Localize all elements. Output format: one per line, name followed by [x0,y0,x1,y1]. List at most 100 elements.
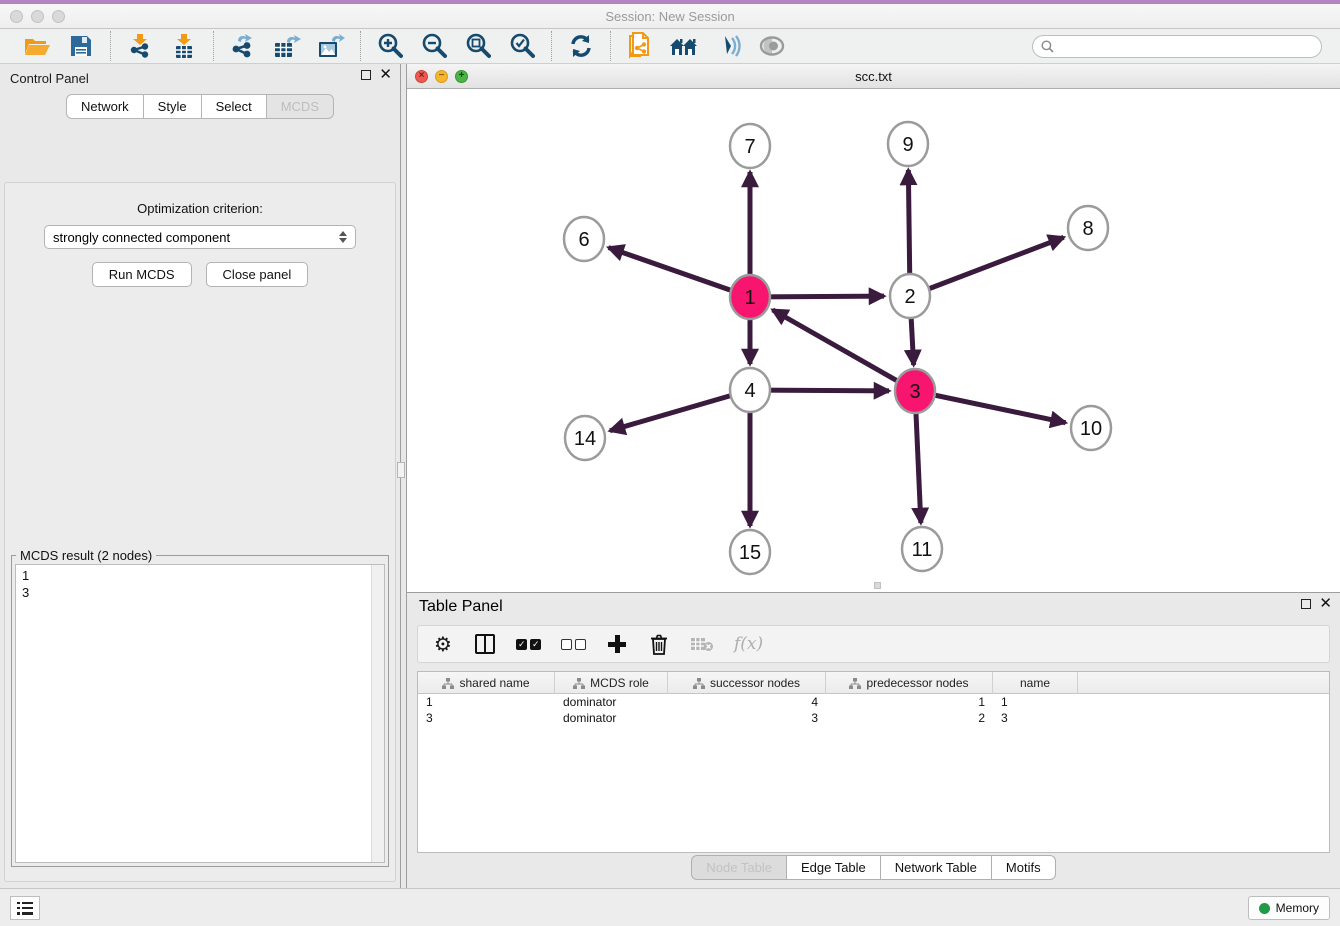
column-hierarchy-icon [849,678,861,689]
table-cell[interactable]: 4 [668,694,826,710]
table-cell[interactable]: 3 [418,710,555,726]
table-cell[interactable]: dominator [555,694,668,710]
tab-mcds[interactable]: MCDS [266,94,334,119]
network-maximize-button[interactable]: + [455,70,468,83]
mcds-result-group: MCDS result (2 nodes) 1 3 [11,555,389,867]
graph-node-9[interactable]: 9 [888,122,928,166]
table-cell[interactable]: 2 [826,710,993,726]
table-row[interactable]: 1dominator411 [418,694,1329,710]
column-header-predecessor-nodes[interactable]: predecessor nodes [826,672,993,694]
function-builder-button[interactable]: f(x) [734,632,763,656]
network-minimize-button[interactable]: − [435,70,448,83]
import-table-button[interactable] [167,31,201,61]
table-tabs: Node TableEdge TableNetwork TableMotifs [407,855,1340,880]
graph-node-11[interactable]: 11 [902,527,942,571]
tab-edge-table[interactable]: Edge Table [786,855,880,880]
close-panel-button[interactable]: Close panel [206,262,309,287]
table-panel-title: Table Panel [419,598,503,616]
column-header-MCDS-role[interactable]: MCDS role [555,672,668,694]
graph-node-10[interactable]: 10 [1071,406,1111,450]
edge-2-to-8[interactable] [910,237,1064,296]
graph-node-4[interactable]: 4 [730,368,770,412]
column-header-label: successor nodes [710,676,800,690]
column-settings-button[interactable]: ⚙ [432,632,454,656]
zoom-selected-icon [509,33,535,59]
graph-node-15[interactable]: 15 [730,530,770,574]
tab-select[interactable]: Select [201,94,266,119]
graph-node-1[interactable]: 1 [730,275,770,319]
export-image-button[interactable] [314,31,348,61]
panel-splitter-handle[interactable] [397,462,405,478]
table-row[interactable]: 3dominator323 [418,710,1329,726]
task-history-button[interactable] [10,896,40,920]
delete-table-icon [690,636,714,652]
style-preview-button[interactable] [711,31,745,61]
column-header-shared-name[interactable]: shared name [418,672,555,694]
graph-node-7[interactable]: 7 [730,124,770,168]
table-cell[interactable]: 1 [993,694,1078,710]
edge-4-to-14[interactable] [610,390,750,431]
zoom-out-button[interactable] [417,31,451,61]
tab-network[interactable]: Network [66,94,143,119]
import-network-button[interactable] [123,31,157,61]
open-session-button[interactable] [20,31,54,61]
memory-button[interactable]: Memory [1248,896,1330,920]
node-label: 6 [578,229,589,251]
show-columns-button[interactable] [474,632,496,656]
network-window-titlebar[interactable]: × − + scc.txt [407,64,1340,89]
tab-network-table[interactable]: Network Table [880,855,991,880]
search-input[interactable] [1059,39,1313,53]
table-cell[interactable]: 3 [993,710,1078,726]
float-table-panel-icon[interactable] [1301,599,1311,609]
graph-node-6[interactable]: 6 [564,217,604,261]
column-header-name[interactable]: name [993,672,1078,694]
node-label: 1 [744,287,755,309]
close-panel-icon[interactable]: ✕ [379,70,392,80]
close-table-panel-icon[interactable]: ✕ [1319,599,1332,609]
result-scrollbar[interactable] [371,565,384,862]
table-cell[interactable]: 1 [418,694,555,710]
graph-node-8[interactable]: 8 [1068,206,1108,250]
network-from-file-button[interactable] [623,31,657,61]
zoom-selected-button[interactable] [505,31,539,61]
network-canvas[interactable]: 7 9 6 8 1 2 4 3 14 10 15 11 [407,89,1340,591]
float-panel-icon[interactable] [361,70,371,80]
save-session-button[interactable] [64,31,98,61]
graph-node-3[interactable]: 3 [895,369,935,413]
apply-layout-button[interactable] [564,31,598,61]
delete-rows-button[interactable] [648,632,670,656]
mcds-result-area[interactable]: 1 3 [15,564,385,863]
delete-table-button[interactable] [690,632,714,656]
graph-node-2[interactable]: 2 [890,274,930,318]
tab-style[interactable]: Style [143,94,201,119]
edge-3-to-10[interactable] [915,391,1066,423]
zoom-in-button[interactable] [373,31,407,61]
canvas-resize-grip[interactable] [874,582,881,589]
run-mcds-button[interactable]: Run MCDS [92,262,192,287]
tab-motifs[interactable]: Motifs [991,855,1056,880]
table-header-row: shared nameMCDS role successor nodes prede… [418,672,1329,694]
edge-3-to-1[interactable] [773,310,915,391]
table-cell[interactable]: 3 [668,710,826,726]
network-close-button[interactable]: × [415,70,428,83]
hide-graphics-details-button[interactable] [755,31,789,61]
search-icon [1041,40,1054,53]
tab-node-table[interactable]: Node Table [691,855,786,880]
column-header-successor-nodes[interactable]: successor nodes [668,672,826,694]
search-field[interactable] [1032,35,1322,58]
export-network-button[interactable] [226,31,260,61]
table-cell[interactable]: 1 [826,694,993,710]
deselect-all-button[interactable] [561,632,586,656]
node-table[interactable]: shared nameMCDS role successor nodes prede… [417,671,1330,853]
graph-node-14[interactable]: 14 [565,416,605,460]
home-button[interactable] [667,31,701,61]
select-all-button[interactable] [516,632,541,656]
table-panel-header: Table Panel ✕ [407,593,1340,621]
add-row-button[interactable] [606,632,628,656]
criterion-dropdown[interactable]: strongly connected component [44,225,356,249]
edge-1-to-6[interactable] [609,248,750,297]
table-cell[interactable]: dominator [555,710,668,726]
network-window-title: scc.txt [407,69,1340,84]
zoom-fit-button[interactable] [461,31,495,61]
export-table-button[interactable] [270,31,304,61]
